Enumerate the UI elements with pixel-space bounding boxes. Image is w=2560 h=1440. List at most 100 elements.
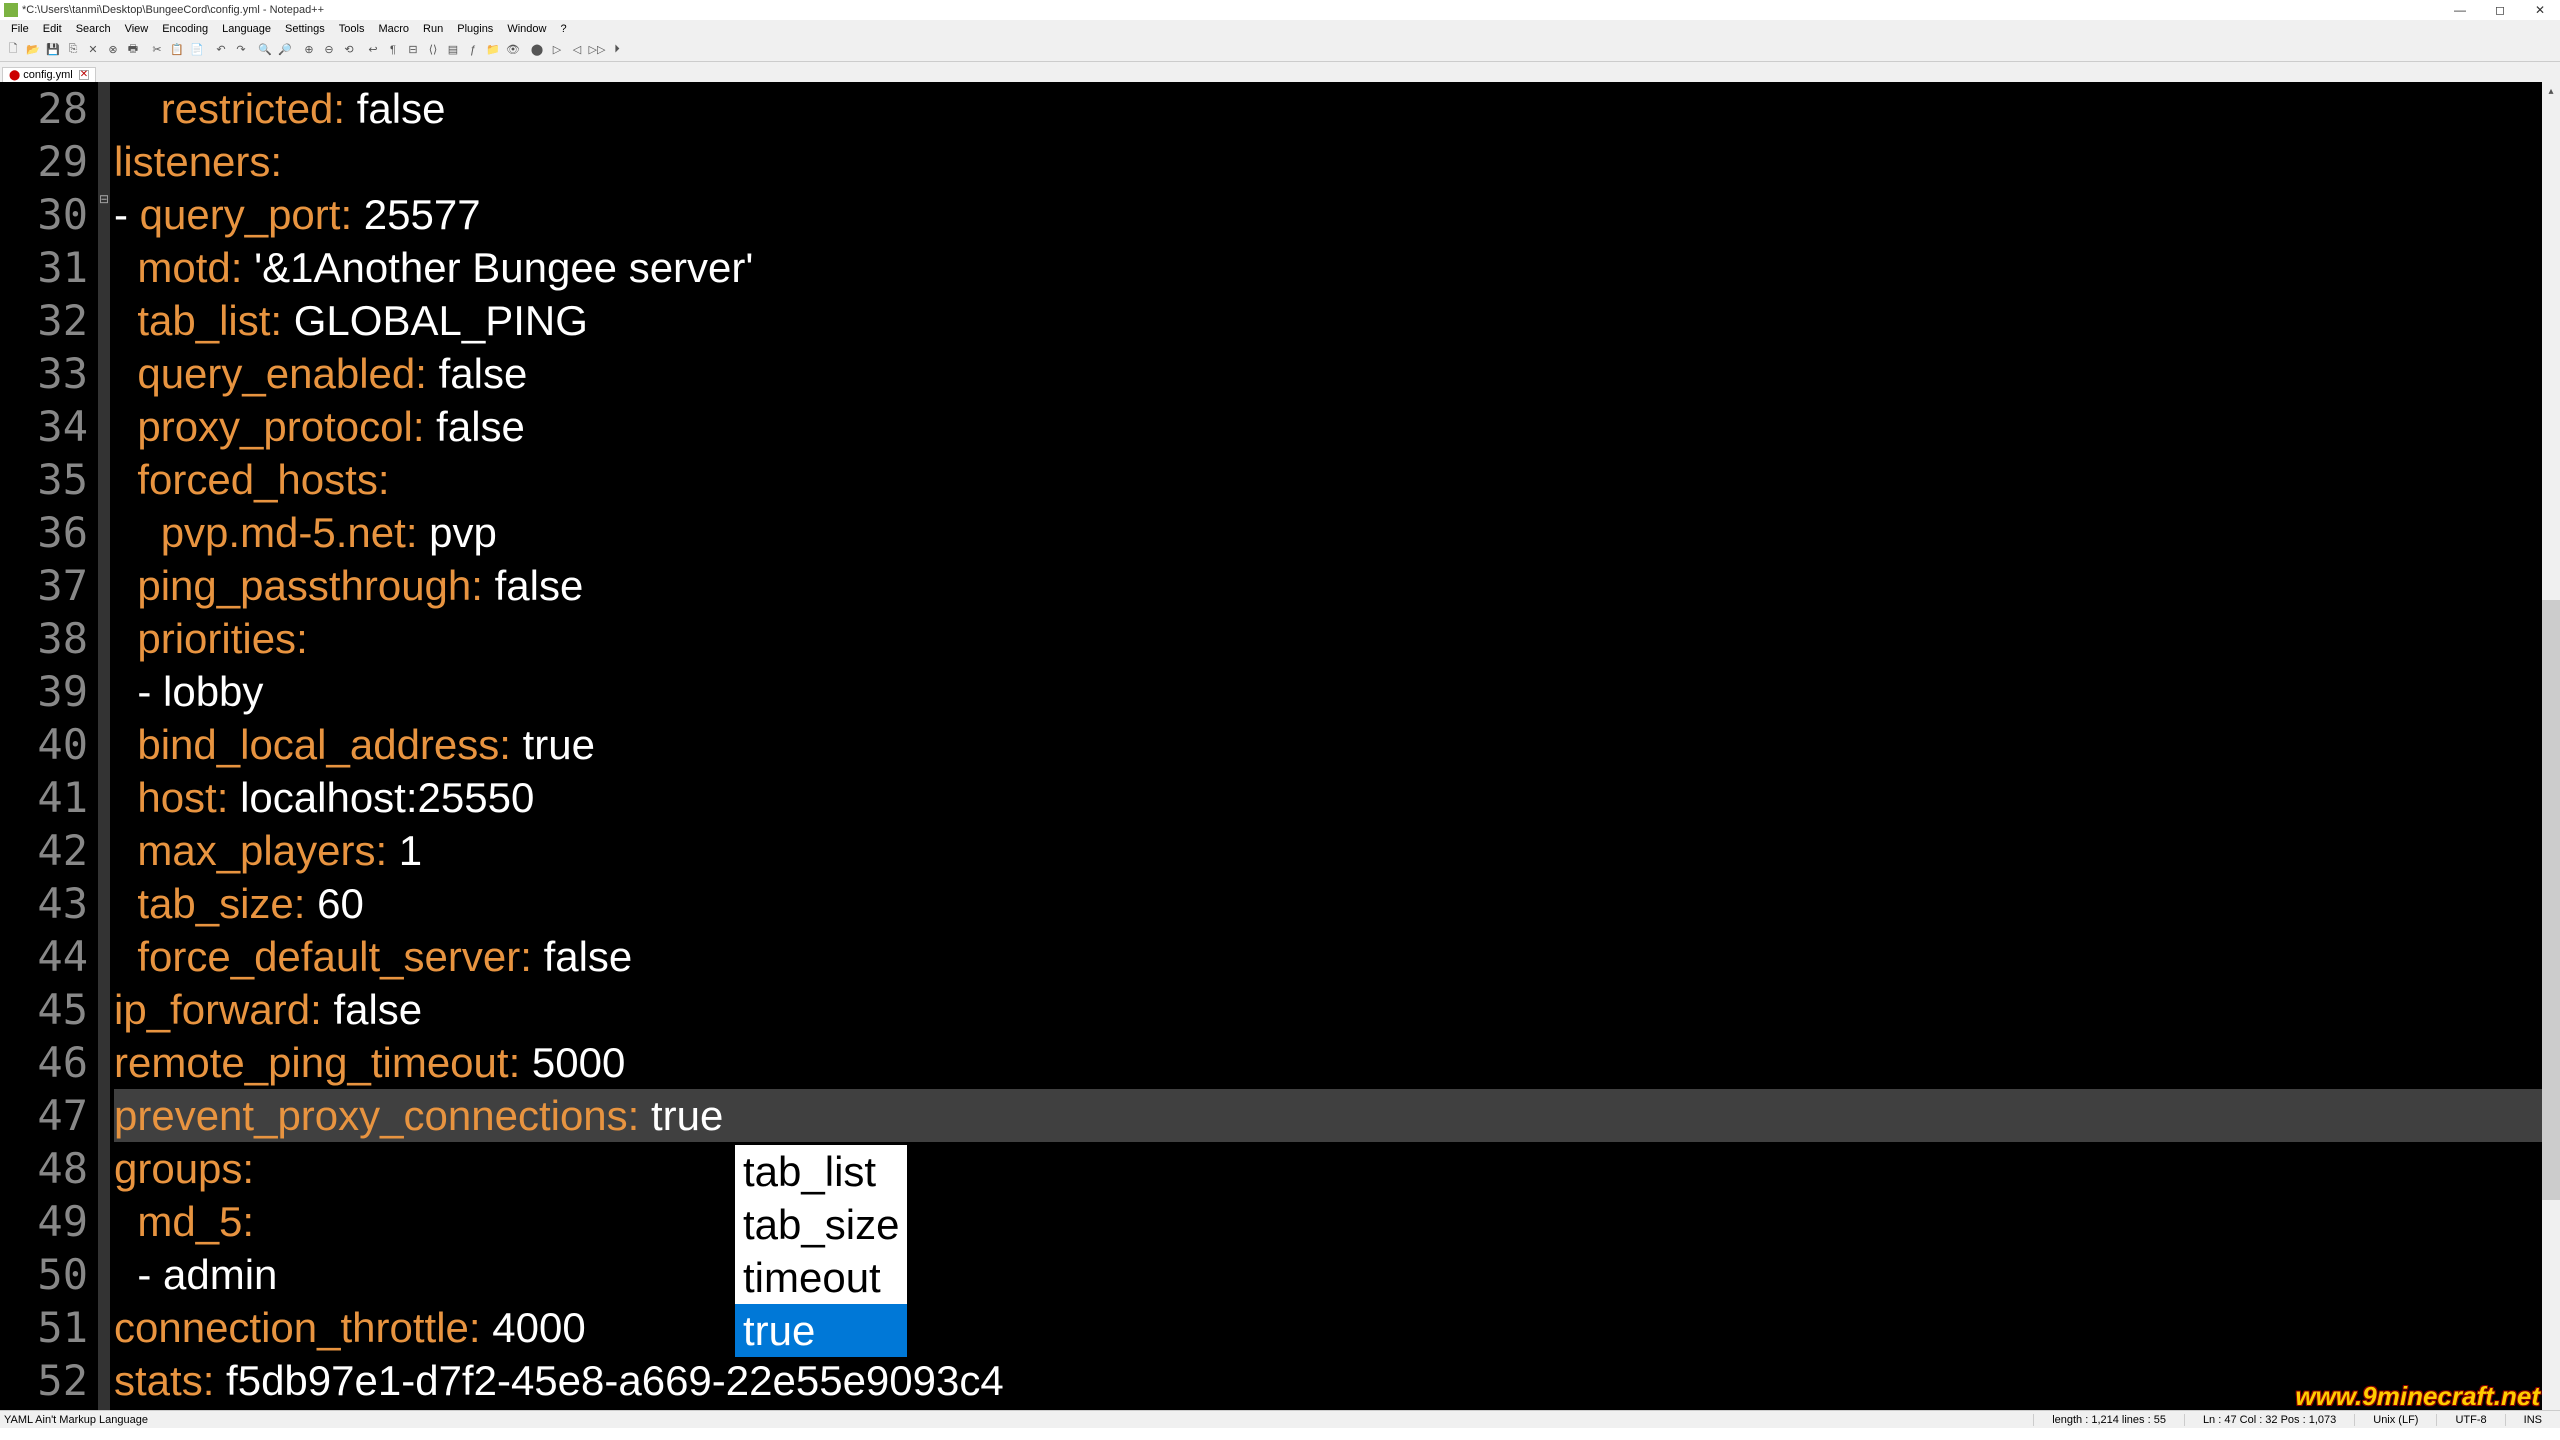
folder-icon[interactable]: 📁: [484, 41, 502, 59]
macro-multi-icon[interactable]: ▷▷: [588, 41, 606, 59]
title-bar: *C:\Users\tanmi\Desktop\BungeeCord\confi…: [0, 0, 2560, 20]
indent-guide-icon[interactable]: ⊟: [404, 41, 422, 59]
lang-icon[interactable]: ⟨⟩: [424, 41, 442, 59]
copy-icon[interactable]: 📋: [168, 41, 186, 59]
code-line[interactable]: force_default_server: false: [114, 930, 2560, 983]
replace-icon[interactable]: 🔎: [276, 41, 294, 59]
code-line[interactable]: ip_forward: false: [114, 983, 2560, 1036]
status-encoding[interactable]: UTF-8: [2436, 1414, 2504, 1426]
menu-?[interactable]: ?: [553, 23, 573, 35]
code-line[interactable]: prevent_proxy_connections: true: [114, 1089, 2560, 1142]
autocomplete-item[interactable]: timeout: [735, 1251, 907, 1304]
undo-icon[interactable]: ↶: [212, 41, 230, 59]
code-line[interactable]: stats: f5db97e1-d7f2-45e8-a669-22e55e909…: [114, 1354, 2560, 1407]
code-line[interactable]: forced_hosts:: [114, 453, 2560, 506]
scroll-up-icon[interactable]: ▴: [2542, 82, 2560, 100]
menu-language[interactable]: Language: [215, 23, 278, 35]
code-line[interactable]: bind_local_address: true: [114, 718, 2560, 771]
line-number: 37: [0, 559, 88, 612]
line-number: 47: [0, 1089, 88, 1142]
monitor-icon[interactable]: 👁: [504, 41, 522, 59]
save-icon[interactable]: 💾: [44, 41, 62, 59]
menu-bar: FileEditSearchViewEncodingLanguageSettin…: [0, 20, 2560, 38]
open-file-icon[interactable]: 📂: [24, 41, 42, 59]
line-number: 45: [0, 983, 88, 1036]
autocomplete-item[interactable]: tab_size: [735, 1198, 907, 1251]
code-line[interactable]: ping_passthrough: false: [114, 559, 2560, 612]
status-insert-mode[interactable]: INS: [2505, 1414, 2560, 1426]
fold-minus-icon[interactable]: ⊟: [99, 192, 109, 206]
save-all-icon[interactable]: ⎘: [64, 41, 82, 59]
tab-close-icon[interactable]: ✕: [79, 70, 89, 80]
code-line[interactable]: pvp.md-5.net: pvp: [114, 506, 2560, 559]
code-line[interactable]: - lobby: [114, 665, 2560, 718]
code-line[interactable]: motd: '&1Another Bungee server': [114, 241, 2560, 294]
editor-area[interactable]: 2829303132333435363738394041424344454647…: [0, 82, 2560, 1410]
line-number: 34: [0, 400, 88, 453]
doc-map-icon[interactable]: ▤: [444, 41, 462, 59]
menu-run[interactable]: Run: [416, 23, 450, 35]
code-line[interactable]: connection_throttle: 4000: [114, 1301, 2560, 1354]
line-number: 35: [0, 453, 88, 506]
menu-window[interactable]: Window: [500, 23, 553, 35]
code-line[interactable]: md_5:: [114, 1195, 2560, 1248]
wrap-icon[interactable]: ↩: [364, 41, 382, 59]
zoom-out-icon[interactable]: ⊖: [320, 41, 338, 59]
print-icon[interactable]: 🖶: [124, 41, 142, 59]
menu-edit[interactable]: Edit: [36, 23, 69, 35]
status-eol[interactable]: Unix (LF): [2354, 1414, 2436, 1426]
scroll-thumb[interactable]: [2542, 600, 2560, 1200]
redo-icon[interactable]: ↷: [232, 41, 250, 59]
close-icon[interactable]: ✕: [84, 41, 102, 59]
paste-icon[interactable]: 📄: [188, 41, 206, 59]
menu-file[interactable]: File: [4, 23, 36, 35]
macro-save-icon[interactable]: ⏵: [608, 41, 626, 59]
code-line[interactable]: max_players: 1: [114, 824, 2560, 877]
menu-search[interactable]: Search: [69, 23, 118, 35]
sync-icon[interactable]: ⟲: [340, 41, 358, 59]
line-number: 38: [0, 612, 88, 665]
code-line[interactable]: - admin: [114, 1248, 2560, 1301]
minimize-button[interactable]: —: [2440, 0, 2480, 20]
line-number: 28: [0, 82, 88, 135]
autocomplete-item[interactable]: tab_list: [735, 1145, 907, 1198]
code-line[interactable]: query_enabled: false: [114, 347, 2560, 400]
menu-plugins[interactable]: Plugins: [450, 23, 500, 35]
code-line[interactable]: groups:: [114, 1142, 2560, 1195]
code-line[interactable]: priorities:: [114, 612, 2560, 665]
status-bar: YAML Ain't Markup Language length : 1,21…: [0, 1410, 2560, 1428]
file-tab[interactable]: ⬤ config.yml ✕: [2, 67, 96, 82]
maximize-button[interactable]: ◻: [2480, 0, 2520, 20]
menu-macro[interactable]: Macro: [371, 23, 416, 35]
code-line[interactable]: host: localhost:25550: [114, 771, 2560, 824]
zoom-in-icon[interactable]: ⊕: [300, 41, 318, 59]
code-line[interactable]: remote_ping_timeout: 5000: [114, 1036, 2560, 1089]
menu-encoding[interactable]: Encoding: [155, 23, 215, 35]
code-content[interactable]: restricted: falselisteners:- query_port:…: [110, 82, 2560, 1410]
line-number: 44: [0, 930, 88, 983]
find-icon[interactable]: 🔍: [256, 41, 274, 59]
autocomplete-item[interactable]: true: [735, 1304, 907, 1357]
code-line[interactable]: tab_size: 60: [114, 877, 2560, 930]
cut-icon[interactable]: ✂: [148, 41, 166, 59]
macro-stop-icon[interactable]: ◁: [568, 41, 586, 59]
vertical-scrollbar[interactable]: ▴: [2542, 82, 2560, 1410]
macro-play-icon[interactable]: ▷: [548, 41, 566, 59]
func-list-icon[interactable]: ƒ: [464, 41, 482, 59]
code-line[interactable]: tab_list: GLOBAL_PING: [114, 294, 2560, 347]
code-line[interactable]: restricted: false: [114, 82, 2560, 135]
autocomplete-popup[interactable]: tab_listtab_sizetimeouttrue: [734, 1144, 908, 1358]
new-file-icon[interactable]: 🗋: [4, 41, 22, 59]
menu-tools[interactable]: Tools: [332, 23, 372, 35]
close-all-icon[interactable]: ⊗: [104, 41, 122, 59]
fold-column[interactable]: ⊟: [98, 82, 110, 1410]
menu-view[interactable]: View: [118, 23, 156, 35]
menu-settings[interactable]: Settings: [278, 23, 332, 35]
close-button[interactable]: ✕: [2520, 0, 2560, 20]
line-number: 39: [0, 665, 88, 718]
code-line[interactable]: - query_port: 25577: [114, 188, 2560, 241]
code-line[interactable]: listeners:: [114, 135, 2560, 188]
show-all-chars-icon[interactable]: ¶: [384, 41, 402, 59]
code-line[interactable]: proxy_protocol: false: [114, 400, 2560, 453]
macro-record-icon[interactable]: ⬤: [528, 41, 546, 59]
